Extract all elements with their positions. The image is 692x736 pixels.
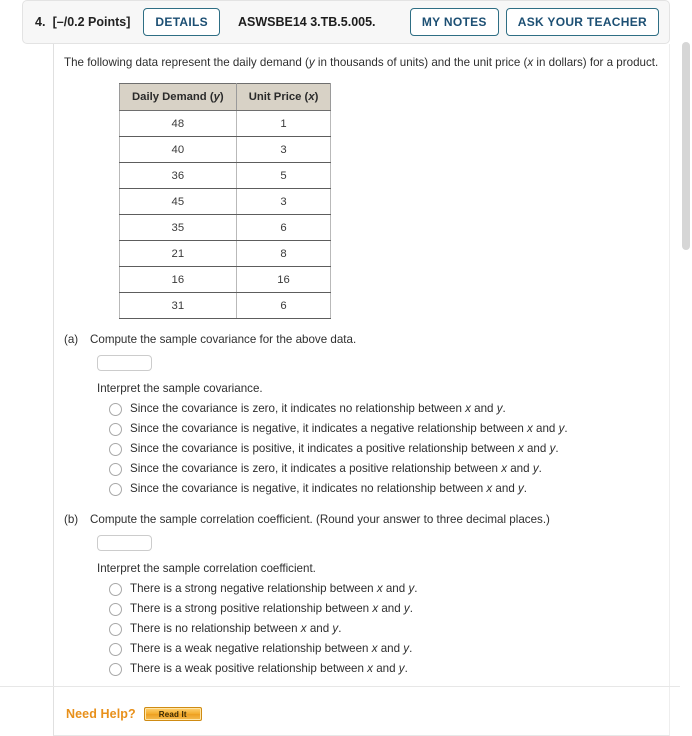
choice-label: Since the covariance is negative, it ind… bbox=[130, 422, 568, 435]
choice-label: Since the covariance is zero, it indicat… bbox=[130, 462, 542, 475]
radio-button-b-4[interactable] bbox=[109, 642, 122, 656]
part-b: (b) Compute the sample correlation coeff… bbox=[54, 512, 669, 679]
header-y-close: ) bbox=[219, 91, 224, 103]
cell-daily-demand: 21 bbox=[119, 240, 237, 267]
cell-daily-demand: 35 bbox=[119, 214, 237, 241]
data-table-body: 48 1 40 3 36 5 45 3 35 6 21 8 16 16 31 6 bbox=[119, 110, 332, 319]
problem-statement: The following data represent the daily d… bbox=[64, 55, 669, 71]
choice-label: There is a strong positive relationship … bbox=[130, 602, 413, 615]
data-table-wrapper: Daily Demand (y) Unit Price (x) 48 1 40 3 36… bbox=[119, 83, 669, 319]
choice-label: There is a weak positive relationship be… bbox=[130, 662, 408, 675]
my-notes-button[interactable]: MY NOTES bbox=[409, 8, 499, 36]
table-row: 45 3 bbox=[119, 188, 332, 215]
problem-container: 4. [–/0.2 Points] DETAILS ASWSBE14 3.TB.… bbox=[22, 0, 670, 736]
choice-label: There is a strong negative relationship … bbox=[130, 582, 418, 595]
table-row: 40 3 bbox=[119, 136, 332, 163]
part-a-prompt: Compute the sample covariance for the ab… bbox=[90, 333, 357, 346]
cell-daily-demand: 40 bbox=[119, 136, 237, 163]
column-header-daily-demand: Daily Demand (y) bbox=[119, 83, 237, 111]
choice-label: There is no relationship between x and y… bbox=[130, 622, 342, 635]
column-header-unit-price: Unit Price (x) bbox=[235, 83, 332, 111]
table-header-row: Daily Demand (y) Unit Price (x) bbox=[119, 83, 332, 111]
data-table: Daily Demand (y) Unit Price (x) 48 1 40 3 36… bbox=[119, 83, 332, 319]
intro-part-3: in dollars) for a product. bbox=[533, 56, 659, 69]
part-a-heading: (a) Compute the sample covariance for th… bbox=[64, 332, 669, 348]
cell-unit-price: 3 bbox=[235, 136, 332, 163]
radio-button-b-5[interactable] bbox=[109, 662, 122, 676]
read-it-button[interactable]: Read It bbox=[143, 707, 202, 721]
cell-unit-price: 6 bbox=[235, 292, 332, 319]
cell-unit-price: 5 bbox=[235, 162, 332, 189]
cell-unit-price: 3 bbox=[235, 188, 332, 215]
table-row: 36 5 bbox=[119, 162, 332, 189]
intro-part-1: The following data represent the daily d… bbox=[64, 56, 309, 69]
part-b-answer-input[interactable] bbox=[97, 535, 152, 551]
radio-button-a-4[interactable] bbox=[109, 462, 122, 476]
part-a-interpret-prompt: Interpret the sample covariance. bbox=[97, 382, 263, 395]
header-x-text: Unit Price ( bbox=[248, 91, 309, 103]
cell-unit-price: 1 bbox=[235, 110, 332, 137]
header-actions: MY NOTES ASK YOUR TEACHER bbox=[409, 8, 659, 36]
choice-option[interactable]: Since the covariance is positive, it ind… bbox=[109, 439, 669, 459]
cell-daily-demand: 16 bbox=[119, 266, 237, 293]
part-b-prompt: Compute the sample correlation coefficie… bbox=[90, 513, 550, 526]
radio-button-b-3[interactable] bbox=[109, 622, 122, 636]
choice-option[interactable]: Since the covariance is negative, it ind… bbox=[109, 479, 669, 499]
part-a: (a) Compute the sample covariance for th… bbox=[54, 332, 669, 499]
part-a-answer-input[interactable] bbox=[97, 355, 152, 371]
choice-label: There is a weak negative relationship be… bbox=[130, 642, 413, 655]
choice-option[interactable]: Since the covariance is zero, it indicat… bbox=[109, 459, 669, 479]
part-b-label: (b) bbox=[64, 513, 79, 526]
need-help-section: Need Help? Read It bbox=[66, 707, 669, 735]
choice-label: Since the covariance is zero, it indicat… bbox=[130, 402, 506, 415]
problem-header: 4. [–/0.2 Points] DETAILS ASWSBE14 3.TB.… bbox=[22, 0, 670, 44]
choice-option[interactable]: There is a strong positive relationship … bbox=[109, 599, 669, 619]
page-scrollbar[interactable] bbox=[680, 0, 692, 700]
choice-label: Since the covariance is negative, it ind… bbox=[130, 482, 528, 495]
radio-button-b-2[interactable] bbox=[109, 602, 122, 616]
question-code: ASWSBE14 3.TB.5.005. bbox=[237, 15, 376, 29]
radio-button-a-3[interactable] bbox=[109, 442, 122, 456]
choice-option[interactable]: There is a weak negative relationship be… bbox=[109, 639, 669, 659]
radio-button-a-5[interactable] bbox=[109, 482, 122, 496]
details-button[interactable]: DETAILS bbox=[143, 8, 220, 36]
choice-option[interactable]: Since the covariance is zero, it indicat… bbox=[109, 399, 669, 419]
cell-unit-price: 16 bbox=[235, 266, 332, 293]
table-row: 31 6 bbox=[119, 292, 332, 319]
cell-daily-demand: 36 bbox=[119, 162, 237, 189]
need-help-label: Need Help? bbox=[66, 707, 136, 721]
choice-option[interactable]: There is a strong negative relationship … bbox=[109, 579, 669, 599]
choice-option[interactable]: There is no relationship between x and y… bbox=[109, 619, 669, 639]
part-b-heading: (b) Compute the sample correlation coeff… bbox=[64, 512, 669, 528]
page-scrollbar-thumb[interactable] bbox=[682, 42, 690, 250]
header-y-text: Daily Demand ( bbox=[132, 91, 214, 103]
question-number: 4. bbox=[35, 15, 46, 29]
part-a-choice-list: Since the covariance is zero, it indicat… bbox=[64, 399, 669, 499]
problem-body: The following data represent the daily d… bbox=[53, 44, 670, 736]
radio-button-b-1[interactable] bbox=[109, 582, 122, 596]
choice-option[interactable]: Since the covariance is negative, it ind… bbox=[109, 419, 669, 439]
cell-daily-demand: 31 bbox=[119, 292, 237, 319]
table-row: 35 6 bbox=[119, 214, 332, 241]
table-row: 21 8 bbox=[119, 240, 332, 267]
part-b-choice-list: There is a strong negative relationship … bbox=[64, 579, 669, 679]
part-a-label: (a) bbox=[64, 333, 79, 346]
table-row: 48 1 bbox=[119, 110, 332, 137]
data-table-head: Daily Demand (y) Unit Price (x) bbox=[119, 83, 332, 111]
cell-daily-demand: 45 bbox=[119, 188, 237, 215]
ask-your-teacher-button[interactable]: ASK YOUR TEACHER bbox=[505, 8, 659, 36]
table-row: 16 16 bbox=[119, 266, 332, 293]
radio-button-a-1[interactable] bbox=[109, 402, 122, 416]
intro-part-2: in thousands of units) and the unit pric… bbox=[314, 56, 528, 69]
choice-option[interactable]: There is a weak positive relationship be… bbox=[109, 659, 669, 679]
part-b-interpret-prompt: Interpret the sample correlation coeffic… bbox=[97, 562, 316, 575]
choice-label: Since the covariance is positive, it ind… bbox=[130, 442, 559, 455]
cell-unit-price: 8 bbox=[235, 240, 332, 267]
cell-unit-price: 6 bbox=[235, 214, 332, 241]
page-divider bbox=[0, 686, 692, 687]
header-x-close: ) bbox=[314, 91, 319, 103]
points-indicator: [–/0.2 Points] bbox=[52, 15, 131, 29]
cell-daily-demand: 48 bbox=[119, 110, 237, 137]
radio-button-a-2[interactable] bbox=[109, 422, 122, 436]
